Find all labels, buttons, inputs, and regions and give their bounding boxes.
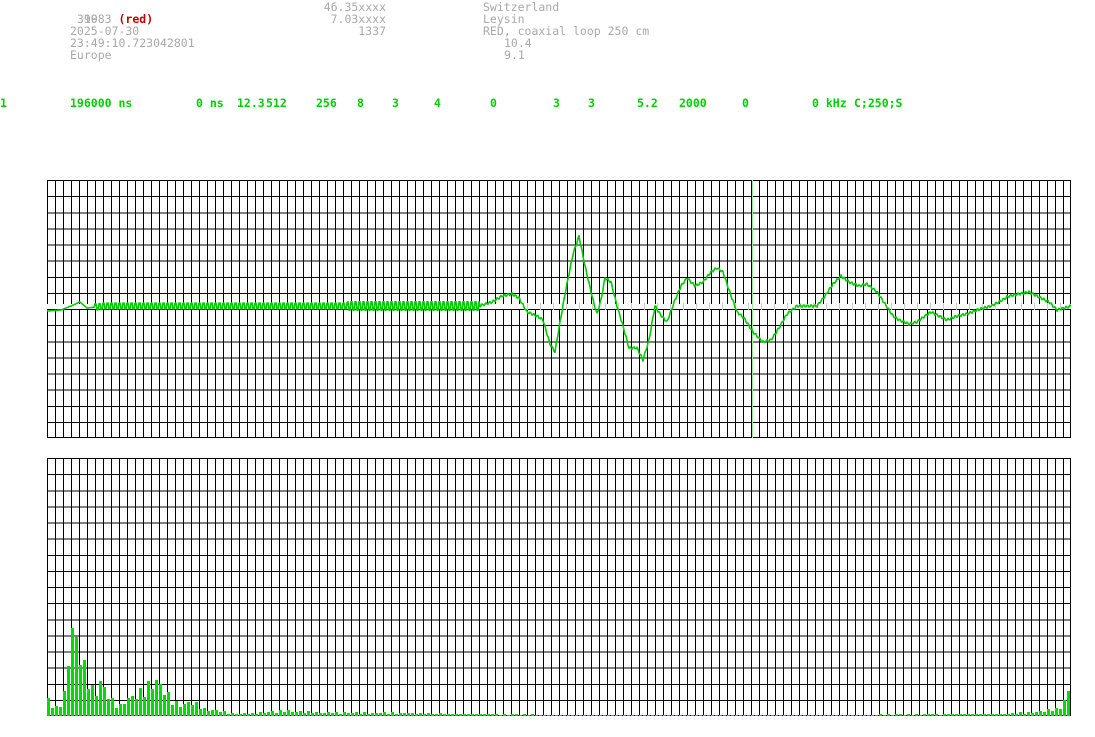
param-12: 5.2 — [637, 96, 658, 110]
header-altitude: 1337 — [358, 24, 386, 38]
waveform-plot — [47, 180, 1071, 438]
param-3: 12.3 — [237, 96, 265, 110]
parameter-row: 1 196000 ns 0 ns 12.3 512 256 8 3 4 0 3 … — [0, 97, 1095, 111]
param-11: 3 — [588, 96, 595, 110]
param-6: 8 — [357, 96, 364, 110]
waveform-canvas — [47, 180, 1071, 438]
param-14: 0 — [742, 96, 749, 110]
param-offset: 0 ns — [196, 96, 224, 110]
header-value2: 9.1 — [504, 48, 525, 62]
param-9: 0 — [490, 96, 497, 110]
param-channel: 1 — [0, 96, 7, 110]
param-13: 2000 — [679, 96, 707, 110]
param-time-window: 196000 ns — [70, 96, 133, 110]
param-10: 3 — [553, 96, 560, 110]
param-8: 4 — [434, 96, 441, 110]
param-16: C;250;S — [854, 96, 903, 110]
header-region: Europe — [70, 48, 112, 62]
param-15: 0 kHz — [812, 96, 847, 110]
param-4: 512 — [266, 96, 287, 110]
histogram-canvas — [47, 458, 1071, 716]
spectrum-histogram — [47, 458, 1071, 716]
param-7: 3 — [392, 96, 399, 110]
param-5: 256 — [316, 96, 337, 110]
